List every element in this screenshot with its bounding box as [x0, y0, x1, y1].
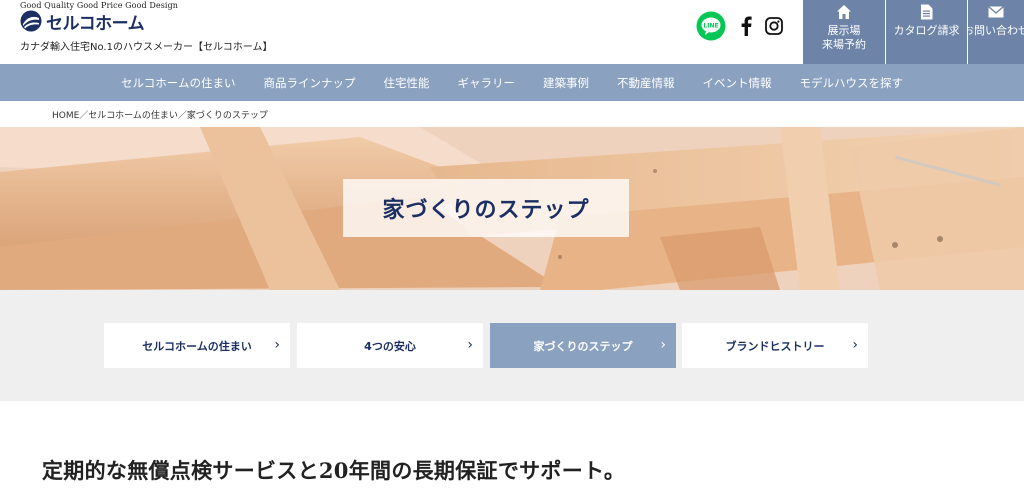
- tab-sumai-label: セルコホームの住まい: [142, 339, 252, 353]
- mail-icon: [988, 6, 1004, 18]
- facebook-icon: [741, 16, 752, 36]
- nav-item-gallery[interactable]: ギャラリー: [443, 75, 529, 91]
- showroom-reservation-label: 展示場 来場予約: [822, 24, 866, 51]
- chevron-right-icon: ›: [852, 337, 858, 353]
- tab-brand-history-label: ブランドヒストリー: [725, 339, 825, 353]
- logo-mark-icon: [20, 10, 42, 32]
- breadcrumb-text[interactable]: HOME／セルコホームの住まい／家づくりのステップ: [52, 111, 268, 121]
- chevron-right-icon: ›: [660, 337, 666, 353]
- facebook-link[interactable]: [736, 11, 756, 41]
- site-logo[interactable]: セルコホーム: [20, 10, 145, 34]
- tab-brand-history[interactable]: ブランドヒストリー ›: [682, 323, 868, 368]
- logo-wordmark: セルコホーム: [46, 13, 145, 34]
- nav-item-events[interactable]: イベント情報: [688, 75, 785, 91]
- nav-item-lineup[interactable]: 商品ラインナップ: [249, 75, 369, 91]
- tab-steps-label: 家づくりのステップ: [533, 339, 633, 353]
- tab-sumai[interactable]: セルコホームの住まい ›: [104, 323, 290, 368]
- site-header: Good Quality Good Price Good Design セルコホ…: [0, 0, 1024, 64]
- nav-item-cases[interactable]: 建築事例: [529, 75, 603, 91]
- contact-label: お問い合わせ: [968, 24, 1024, 37]
- document-icon: [921, 4, 933, 20]
- home-icon: [837, 5, 851, 19]
- section-lead: 定期的な無償点検サービスと20年間の長期保証でサポート。: [42, 458, 626, 483]
- line-icon-label: LINE: [703, 23, 718, 30]
- hero-banner: 家づくりのステップ: [0, 127, 1024, 290]
- hero-title-box: 家づくりのステップ: [343, 179, 629, 237]
- line-icon: LINE: [696, 11, 726, 41]
- nav-item-modelhouse[interactable]: モデルハウスを探す: [785, 75, 917, 91]
- global-nav: セルコホームの住まい 商品ラインナップ 住宅性能 ギャラリー 建築事例 不動産情…: [0, 64, 1024, 101]
- instagram-icon: [765, 17, 783, 35]
- tab-four-reassurances[interactable]: 4つの安心 ›: [297, 323, 483, 368]
- breadcrumb[interactable]: HOME／セルコホームの住まい／家づくりのステップ: [52, 108, 268, 121]
- showroom-reservation-button[interactable]: 展示場 来場予約: [803, 0, 885, 64]
- nav-item-sumai[interactable]: セルコホームの住まい: [107, 75, 249, 91]
- subnav-tabs: セルコホームの住まい › 4つの安心 › 家づくりのステップ › ブランドヒスト…: [0, 290, 1024, 401]
- tab-steps[interactable]: 家づくりのステップ ›: [490, 323, 676, 368]
- contact-button[interactable]: お問い合わせ: [968, 0, 1024, 64]
- nav-item-performance[interactable]: 住宅性能: [369, 75, 443, 91]
- line-link[interactable]: LINE: [696, 11, 726, 41]
- header-subtitle: カナダ輸入住宅No.1のハウスメーカー【セルコホーム】: [20, 42, 273, 53]
- chevron-right-icon: ›: [467, 337, 473, 353]
- instagram-link[interactable]: [764, 11, 784, 41]
- catalog-request-button[interactable]: カタログ請求: [886, 0, 967, 64]
- chevron-right-icon: ›: [274, 337, 280, 353]
- nav-item-realestate[interactable]: 不動産情報: [603, 75, 689, 91]
- tab-four-reassurances-label: 4つの安心: [364, 339, 416, 353]
- page-title: 家づくりのステップ: [382, 198, 590, 223]
- catalog-request-label: カタログ請求: [893, 24, 960, 37]
